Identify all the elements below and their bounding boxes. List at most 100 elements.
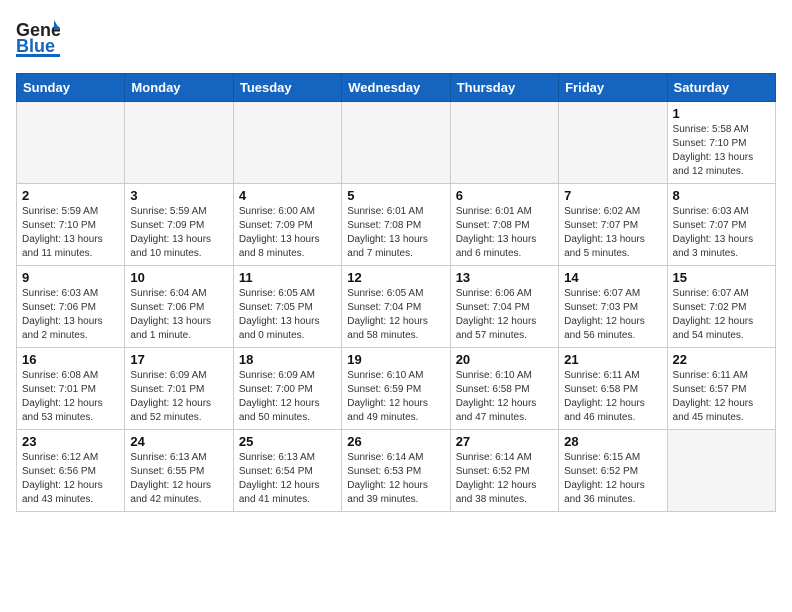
day-number: 15 [673,270,770,285]
calendar-cell [17,102,125,184]
calendar-cell: 12 Sunrise: 6:05 AM Sunset: 7:04 PM Dayli… [342,266,450,348]
day-info: Sunrise: 6:14 AM Sunset: 6:53 PM Dayligh… [347,451,444,507]
day-info: Sunrise: 6:05 AM Sunset: 7:05 PM Dayligh… [239,287,336,343]
calendar-cell: 15 Sunrise: 6:07 AM Sunset: 7:02 PM Dayli… [667,266,775,348]
day-info: Sunrise: 6:09 AM Sunset: 7:01 PM Dayligh… [130,369,227,425]
calendar-cell: 27 Sunrise: 6:14 AM Sunset: 6:52 PM Dayli… [450,430,558,512]
day-number: 2 [22,188,119,203]
day-number: 6 [456,188,553,203]
day-info: Sunrise: 6:10 AM Sunset: 6:58 PM Dayligh… [456,369,553,425]
calendar-cell: 4Sunrise: 6:00 AM Sunset: 7:09 PM Daylig… [233,184,341,266]
day-info: Sunrise: 6:01 AM Sunset: 7:08 PM Dayligh… [347,205,444,261]
calendar-cell: 18Sunrise: 6:09 AM Sunset: 7:00 PM Dayli… [233,348,341,430]
calendar-cell: 11 Sunrise: 6:05 AM Sunset: 7:05 PM Dayli… [233,266,341,348]
calendar-cell: 10 Sunrise: 6:04 AM Sunset: 7:06 PM Dayli… [125,266,233,348]
day-info: Sunrise: 6:09 AM Sunset: 7:00 PM Dayligh… [239,369,336,425]
page-header: General Blue [16,16,776,65]
day-info: Sunrise: 6:15 AM Sunset: 6:52 PM Dayligh… [564,451,661,507]
weekday-header-monday: Monday [125,74,233,102]
day-info: Sunrise: 5:58 AM Sunset: 7:10 PM Dayligh… [673,123,770,179]
day-info: Sunrise: 6:07 AM Sunset: 7:02 PM Dayligh… [673,287,770,343]
calendar-week-row: 2 Sunrise: 5:59 AM Sunset: 7:10 PM Daylig… [17,184,776,266]
day-number: 8 [673,188,770,203]
svg-text:Blue: Blue [16,36,55,56]
day-info: Sunrise: 6:02 AM Sunset: 7:07 PM Dayligh… [564,205,661,261]
day-info: Sunrise: 6:10 AM Sunset: 6:59 PM Dayligh… [347,369,444,425]
calendar-cell: 25 Sunrise: 6:13 AM Sunset: 6:54 PM Dayli… [233,430,341,512]
day-number: 13 [456,270,553,285]
calendar-week-row: 23 Sunrise: 6:12 AM Sunset: 6:56 PM Dayli… [17,430,776,512]
day-number: 25 [239,434,336,449]
day-number: 23 [22,434,119,449]
day-info: Sunrise: 6:03 AM Sunset: 7:06 PM Dayligh… [22,287,119,343]
weekday-header-tuesday: Tuesday [233,74,341,102]
calendar-cell: 2 Sunrise: 5:59 AM Sunset: 7:10 PM Daylig… [17,184,125,266]
day-info: Sunrise: 6:01 AM Sunset: 7:08 PM Dayligh… [456,205,553,261]
calendar-cell: 17 Sunrise: 6:09 AM Sunset: 7:01 PM Dayli… [125,348,233,430]
weekday-header-saturday: Saturday [667,74,775,102]
day-info: Sunrise: 6:05 AM Sunset: 7:04 PM Dayligh… [347,287,444,343]
calendar-cell [125,102,233,184]
day-number: 12 [347,270,444,285]
weekday-header-wednesday: Wednesday [342,74,450,102]
day-number: 27 [456,434,553,449]
day-info: Sunrise: 6:14 AM Sunset: 6:52 PM Dayligh… [456,451,553,507]
day-number: 21 [564,352,661,367]
day-number: 5 [347,188,444,203]
day-number: 16 [22,352,119,367]
calendar-cell: 22Sunrise: 6:11 AM Sunset: 6:57 PM Dayli… [667,348,775,430]
day-info: Sunrise: 6:03 AM Sunset: 7:07 PM Dayligh… [673,205,770,261]
calendar-cell: 16 Sunrise: 6:08 AM Sunset: 7:01 PM Dayli… [17,348,125,430]
day-number: 9 [22,270,119,285]
weekday-header-friday: Friday [559,74,667,102]
day-number: 10 [130,270,227,285]
calendar-cell [667,430,775,512]
day-info: Sunrise: 6:07 AM Sunset: 7:03 PM Dayligh… [564,287,661,343]
logo: General Blue [16,16,60,65]
calendar-cell: 13 Sunrise: 6:06 AM Sunset: 7:04 PM Dayli… [450,266,558,348]
calendar-week-row: 1 Sunrise: 5:58 AM Sunset: 7:10 PM Daylig… [17,102,776,184]
day-info: Sunrise: 6:08 AM Sunset: 7:01 PM Dayligh… [22,369,119,425]
day-info: Sunrise: 6:13 AM Sunset: 6:55 PM Dayligh… [130,451,227,507]
day-number: 17 [130,352,227,367]
day-number: 3 [130,188,227,203]
day-info: Sunrise: 6:11 AM Sunset: 6:57 PM Dayligh… [673,369,770,425]
day-info: Sunrise: 5:59 AM Sunset: 7:10 PM Dayligh… [22,205,119,261]
day-info: Sunrise: 5:59 AM Sunset: 7:09 PM Dayligh… [130,205,227,261]
calendar-week-row: 16 Sunrise: 6:08 AM Sunset: 7:01 PM Dayli… [17,348,776,430]
day-number: 28 [564,434,661,449]
calendar-cell: 14 Sunrise: 6:07 AM Sunset: 7:03 PM Dayli… [559,266,667,348]
calendar-cell [233,102,341,184]
day-info: Sunrise: 6:12 AM Sunset: 6:56 PM Dayligh… [22,451,119,507]
calendar-cell: 28 Sunrise: 6:15 AM Sunset: 6:52 PM Dayli… [559,430,667,512]
day-number: 4 [239,188,336,203]
weekday-header-sunday: Sunday [17,74,125,102]
calendar-cell: 26 Sunrise: 6:14 AM Sunset: 6:53 PM Dayli… [342,430,450,512]
calendar-cell: 20 Sunrise: 6:10 AM Sunset: 6:58 PM Dayli… [450,348,558,430]
calendar-cell: 24 Sunrise: 6:13 AM Sunset: 6:55 PM Dayli… [125,430,233,512]
day-number: 7 [564,188,661,203]
day-info: Sunrise: 6:13 AM Sunset: 6:54 PM Dayligh… [239,451,336,507]
day-info: Sunrise: 6:06 AM Sunset: 7:04 PM Dayligh… [456,287,553,343]
day-number: 11 [239,270,336,285]
calendar-cell: 5 Sunrise: 6:01 AM Sunset: 7:08 PM Daylig… [342,184,450,266]
weekday-header-thursday: Thursday [450,74,558,102]
day-number: 14 [564,270,661,285]
day-info: Sunrise: 6:11 AM Sunset: 6:58 PM Dayligh… [564,369,661,425]
day-number: 24 [130,434,227,449]
calendar-cell: 8 Sunrise: 6:03 AM Sunset: 7:07 PM Daylig… [667,184,775,266]
calendar-cell [450,102,558,184]
calendar-cell: 19 Sunrise: 6:10 AM Sunset: 6:59 PM Dayli… [342,348,450,430]
day-number: 1 [673,106,770,121]
day-number: 20 [456,352,553,367]
day-number: 26 [347,434,444,449]
calendar-header-row: SundayMondayTuesdayWednesdayThursdayFrid… [17,74,776,102]
day-info: Sunrise: 6:04 AM Sunset: 7:06 PM Dayligh… [130,287,227,343]
day-number: 19 [347,352,444,367]
calendar-cell: 1 Sunrise: 5:58 AM Sunset: 7:10 PM Daylig… [667,102,775,184]
calendar-cell [342,102,450,184]
calendar-cell: 6 Sunrise: 6:01 AM Sunset: 7:08 PM Daylig… [450,184,558,266]
logo-icon: General Blue [16,16,60,65]
calendar-cell: 7 Sunrise: 6:02 AM Sunset: 7:07 PM Daylig… [559,184,667,266]
calendar-cell [559,102,667,184]
